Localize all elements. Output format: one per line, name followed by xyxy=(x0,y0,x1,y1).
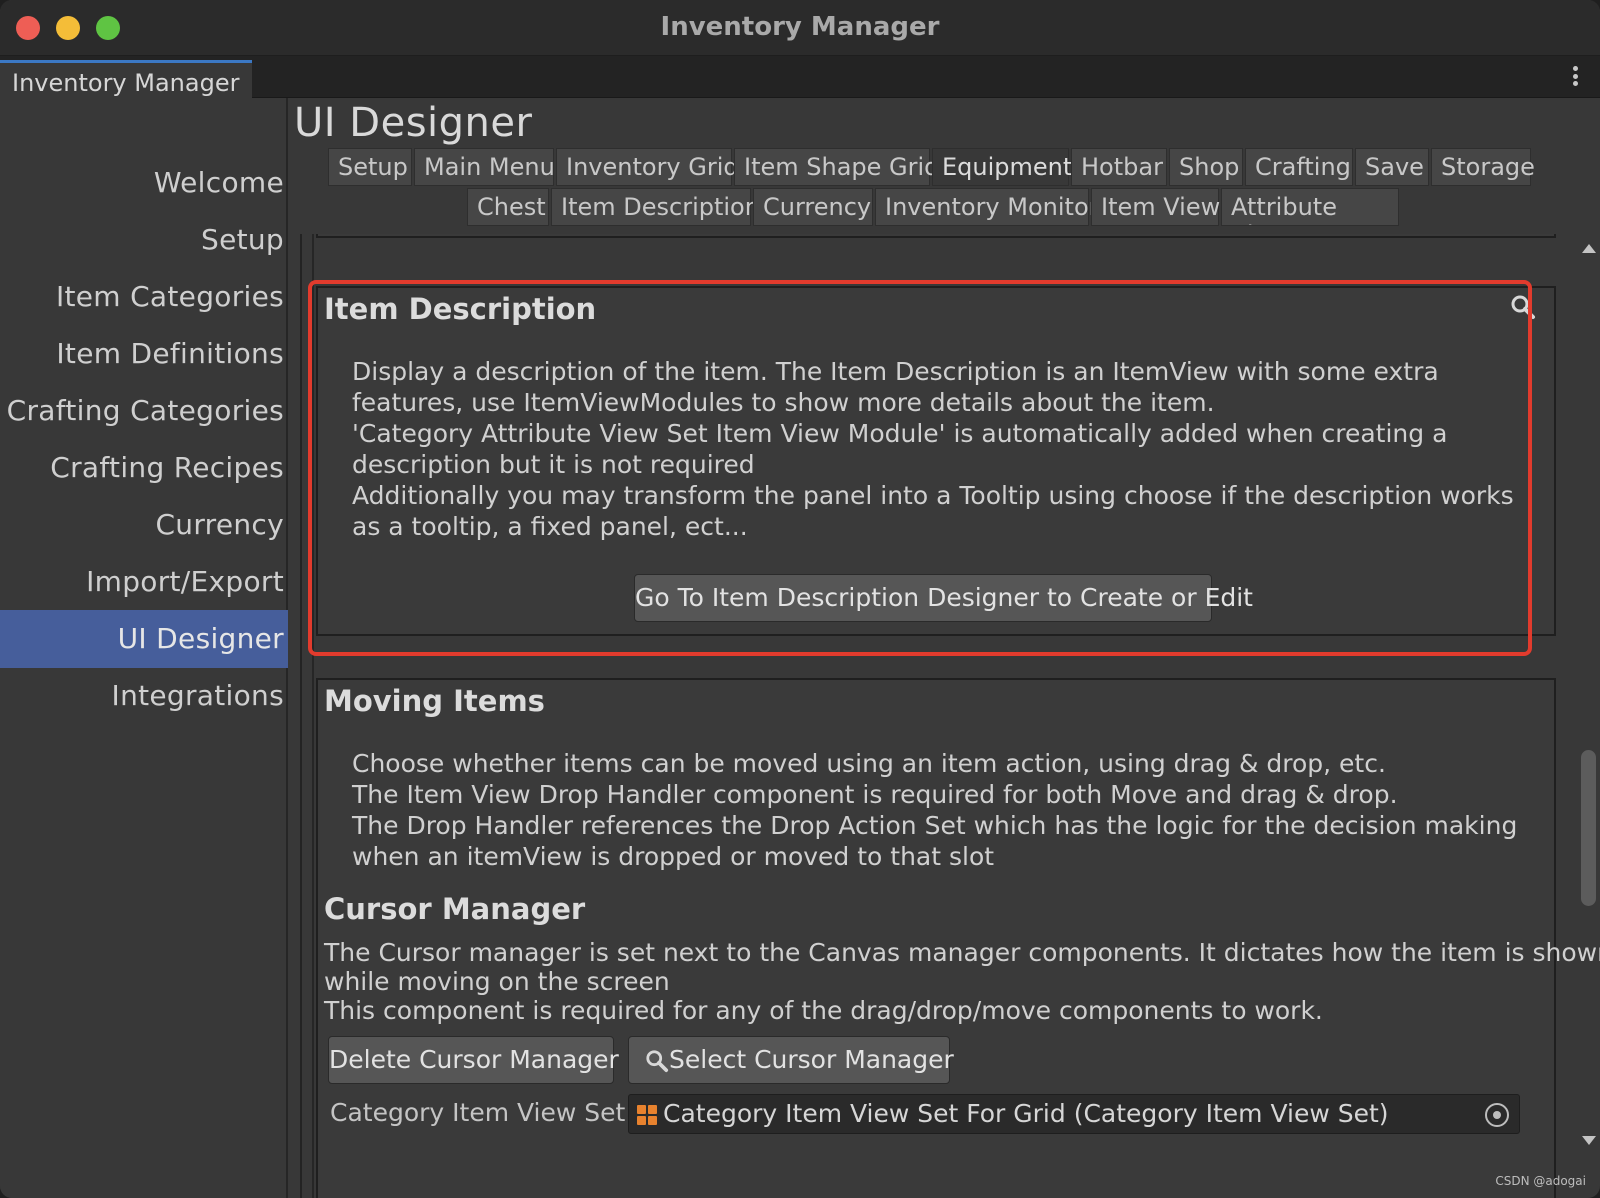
sidebar: Welcome Setup Item Categories Item Defin… xyxy=(0,98,288,1198)
tab-attribute-view[interactable]: Attribute View xyxy=(1221,188,1399,226)
tab-currency[interactable]: Currency xyxy=(753,188,873,226)
delete-cursor-manager-button[interactable]: Delete Cursor Manager xyxy=(328,1036,619,1084)
asset-icon xyxy=(637,1105,657,1125)
sidebar-item-item-categories[interactable]: Item Categories xyxy=(0,268,288,326)
category-item-view-set-label: Category Item View Set xyxy=(330,1098,626,1127)
moving-items-section: Moving Items Choose whether items can be… xyxy=(316,678,1600,1198)
description-line: The Item View Drop Handler component is … xyxy=(352,780,1398,809)
tab-hotbar[interactable]: Hotbar xyxy=(1071,148,1167,186)
editor-tab-strip: Inventory Manager xyxy=(0,56,1600,98)
tab-inventory-grid[interactable]: Inventory Grid xyxy=(556,148,739,186)
tab-save[interactable]: Save xyxy=(1355,148,1429,186)
main-panel: UI Designer Setup Main Menu Inventory Gr… xyxy=(290,98,1600,1198)
cursor-manager-title: Cursor Manager xyxy=(324,892,586,926)
tab-storage[interactable]: Storage xyxy=(1431,148,1535,186)
category-item-view-set-value: Category Item View Set For Grid (Categor… xyxy=(663,1099,1389,1128)
vertical-scrollbar[interactable] xyxy=(1578,236,1600,1156)
content-rail xyxy=(300,234,302,1198)
sidebar-item-setup[interactable]: Setup xyxy=(0,211,288,269)
tab-setup[interactable]: Setup xyxy=(328,148,412,186)
highlight-frame xyxy=(308,280,1532,656)
tab-inventory-monitor[interactable]: Inventory Monitor xyxy=(875,188,1099,226)
scroll-content: Item Description Display a description o… xyxy=(300,234,1600,1198)
tab-item-shape-grid[interactable]: Item Shape Grid xyxy=(734,148,939,186)
sidebar-item-currency[interactable]: Currency xyxy=(0,496,288,554)
page-title: UI Designer xyxy=(294,100,533,146)
previous-section-box xyxy=(316,234,1556,238)
tab-crafting[interactable]: Crafting xyxy=(1245,148,1353,186)
category-item-view-set-field[interactable]: Category Item View Set For Grid (Categor… xyxy=(628,1094,1520,1134)
tab-item-description[interactable]: Item Description xyxy=(551,188,760,226)
editor-tab-inventory-manager[interactable]: Inventory Manager xyxy=(0,60,252,98)
description-line: while moving on the screen xyxy=(324,967,670,996)
tab-item-view[interactable]: Item View xyxy=(1091,188,1220,226)
description-line: This component is required for any of th… xyxy=(324,996,1323,1025)
sidebar-item-item-definitions[interactable]: Item Definitions xyxy=(0,325,288,383)
window-title: Inventory Manager xyxy=(660,12,940,42)
description-line: Choose whether items can be moved using … xyxy=(352,749,1386,778)
cursor-manager-text: The Cursor manager is set next to the Ca… xyxy=(324,938,1600,1025)
sidebar-item-crafting-recipes[interactable]: Crafting Recipes xyxy=(0,439,288,497)
object-picker-icon[interactable] xyxy=(1485,1103,1509,1127)
description-line: The Cursor manager is set next to the Ca… xyxy=(324,938,1600,967)
select-cursor-manager-label: Select Cursor Manager xyxy=(669,1045,954,1074)
sidebar-item-import-export[interactable]: Import/Export xyxy=(0,553,288,611)
sidebar-item-welcome[interactable]: Welcome xyxy=(0,154,288,212)
moving-items-title: Moving Items xyxy=(324,684,545,718)
scroll-thumb[interactable] xyxy=(1581,750,1596,906)
tab-main-menu[interactable]: Main Menu xyxy=(414,148,555,186)
tab-chest[interactable]: Chest xyxy=(467,188,549,226)
search-icon xyxy=(646,1050,669,1073)
moving-items-text: Choose whether items can be moved using … xyxy=(352,748,1517,872)
title-bar: Inventory Manager xyxy=(0,0,1600,56)
select-cursor-manager-button[interactable]: Select Cursor Manager xyxy=(628,1036,954,1084)
more-options-icon[interactable] xyxy=(1570,62,1580,90)
tab-equipment[interactable]: Equipment xyxy=(932,148,1072,186)
tab-shop[interactable]: Shop xyxy=(1169,148,1243,186)
description-line: when an itemView is dropped or moved to … xyxy=(352,842,995,871)
scroll-down-icon[interactable] xyxy=(1582,1136,1596,1145)
watermark: CSDN @adogai xyxy=(1495,1174,1586,1188)
scroll-up-icon[interactable] xyxy=(1582,244,1596,253)
description-line: The Drop Handler references the Drop Act… xyxy=(352,811,1518,840)
editor-window: Inventory Manager Inventory Manager Welc… xyxy=(0,0,1600,1198)
sidebar-item-ui-designer[interactable]: UI Designer xyxy=(0,610,288,668)
sidebar-item-crafting-categories[interactable]: Crafting Categories xyxy=(0,382,288,440)
sidebar-item-integrations[interactable]: Integrations xyxy=(0,667,288,725)
